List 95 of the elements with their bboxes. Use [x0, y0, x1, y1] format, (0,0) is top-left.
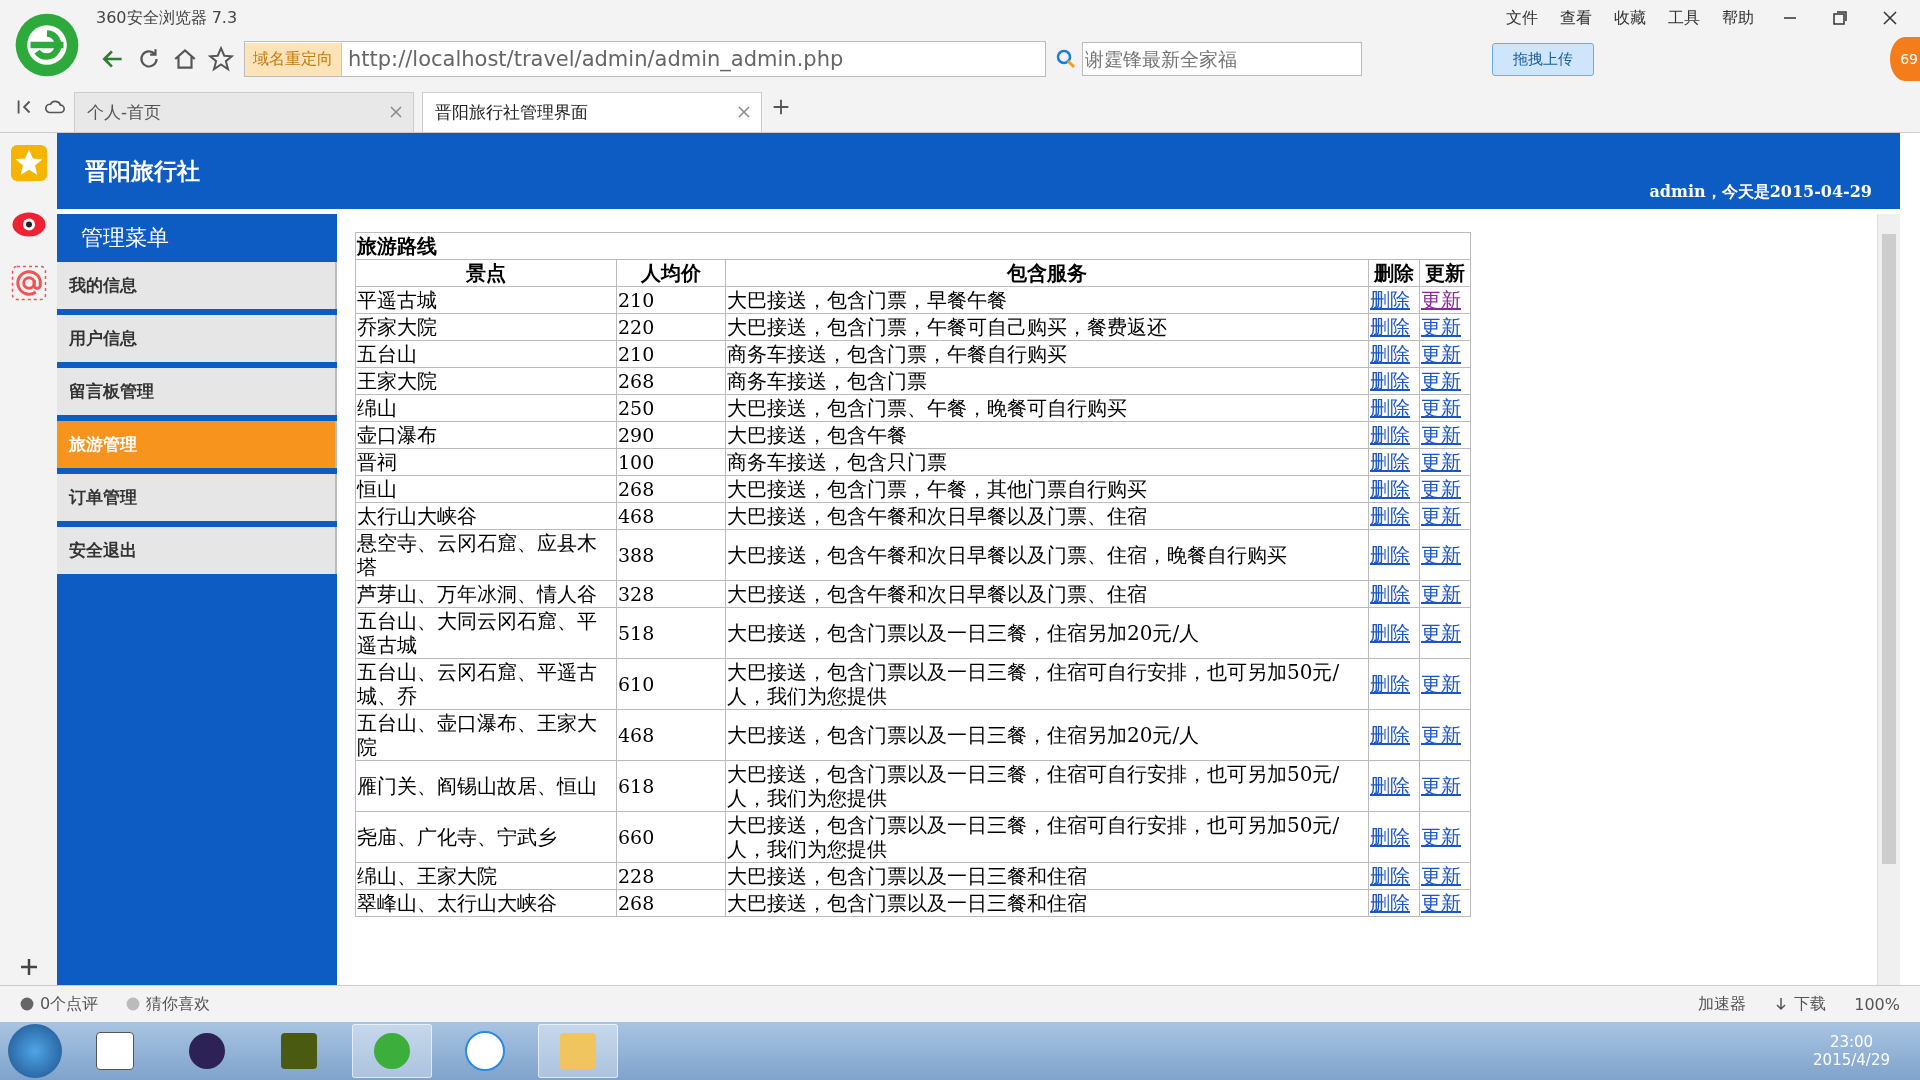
- table-cell: 220: [616, 313, 726, 341]
- table-cell: 平遥古城: [355, 286, 617, 314]
- table-cell: 尧庙、广化寺、宁武乡: [355, 811, 617, 863]
- table-cell: 大巴接送，包含门票以及一日三餐，住宿另加20元/人: [725, 709, 1369, 761]
- table-cell: 100: [616, 448, 726, 476]
- download-icon[interactable]: [1774, 997, 1789, 1011]
- table-cell: 芦芽山、万年冰洞、情人谷: [355, 580, 617, 608]
- table-cell: 绵山、王家大院: [355, 862, 617, 890]
- table-cell: 大巴接送，包含门票以及一日三餐和住宿: [725, 862, 1369, 890]
- table-cell: 268: [616, 475, 726, 503]
- accelerator-button[interactable]: 加速器: [1698, 993, 1747, 1015]
- start-button[interactable]: [8, 1024, 62, 1078]
- table-cell: 五台山、云冈石窟、平遥古城、乔: [355, 658, 617, 710]
- table-cell: 290: [616, 421, 726, 449]
- table-cell: 翠峰山、太行山大峡谷: [355, 889, 617, 917]
- table-cell: 618: [616, 760, 726, 812]
- table-caption: 旅游路线: [355, 232, 1471, 260]
- table-cell: 468: [616, 709, 726, 761]
- table-cell: 五台山、大同云冈石窟、平遥古城: [355, 607, 617, 659]
- table-cell: 大巴接送，包含门票以及一日三餐，住宿另加20元/人: [725, 607, 1369, 659]
- table-cell: 268: [616, 889, 726, 917]
- browser-tab[interactable]: 晋阳旅行社管理界面: [422, 92, 762, 132]
- table-cell: 268: [616, 367, 726, 395]
- table-cell: 大巴接送，包含门票，早餐午餐: [725, 286, 1369, 314]
- table-cell: 商务车接送，包含门票，午餐自行购买: [725, 340, 1369, 368]
- table-cell: 晋祠: [355, 448, 617, 476]
- sidebar-title: 管理菜单: [80, 224, 170, 252]
- url-text: http://localhost/travel/admin/admin_admin.php: [347, 47, 844, 71]
- column-header: 更新: [1419, 259, 1471, 287]
- table-cell: 壶口瀑布: [355, 421, 617, 449]
- search-field[interactable]: 谢霆锋最新全家福: [1082, 42, 1362, 76]
- table-cell: 大巴接送，包含午餐和次日早餐以及门票、住宿: [725, 502, 1369, 530]
- column-header: 包含服务: [725, 259, 1369, 287]
- table-cell: 518: [616, 607, 726, 659]
- column-header: 景点: [355, 259, 617, 287]
- maximize-icon[interactable]: [1832, 10, 1848, 26]
- sidebar-item[interactable]: 留言板管理: [57, 368, 337, 415]
- table-cell: 468: [616, 502, 726, 530]
- table-cell: 610: [616, 658, 726, 710]
- table-cell: 228: [616, 862, 726, 890]
- table-cell: 大巴接送，包含门票、午餐，晚餐可自行购买: [725, 394, 1369, 422]
- address-field[interactable]: 域名重定向 http://localhost/travel/admin/admin_admin.php: [244, 41, 1046, 77]
- menu-item[interactable]: 收藏: [1614, 7, 1646, 29]
- menu-item[interactable]: 帮助: [1722, 7, 1754, 29]
- column-header: 删除: [1368, 259, 1420, 287]
- table-cell: 大巴接送，包含午餐和次日早餐以及门票、住宿: [725, 580, 1369, 608]
- table-cell: 太行山大峡谷: [355, 502, 617, 530]
- home-icon[interactable]: [172, 46, 198, 72]
- table-cell: 乔家大院: [355, 313, 617, 341]
- table-cell: 悬空寺、云冈石窟、应县木塔: [355, 529, 617, 581]
- table-cell: 大巴接送，包含午餐: [725, 421, 1369, 449]
- table-cell: 210: [616, 286, 726, 314]
- table-cell: 商务车接送，包含门票: [725, 367, 1369, 395]
- column-header: 人均价: [616, 259, 726, 287]
- download-button[interactable]: 下载: [1794, 993, 1827, 1015]
- sidebar-item[interactable]: 我的信息: [57, 262, 337, 309]
- site-title: 晋阳旅行社: [85, 155, 200, 186]
- menu-item[interactable]: 查看: [1560, 7, 1592, 29]
- table-cell: 大巴接送，包含午餐和次日早餐以及门票、住宿，晚餐自行购买: [725, 529, 1369, 581]
- table-cell: 大巴接送，包含门票以及一日三餐，住宿可自行安排，也可另加50元/人，我们为您提供: [725, 760, 1369, 812]
- reviews-text[interactable]: 0个点评: [40, 993, 99, 1015]
- table-cell: 商务车接送，包含只门票: [725, 448, 1369, 476]
- at-icon[interactable]: [10, 265, 47, 301]
- table-cell: 五台山: [355, 340, 617, 368]
- table-cell: 660: [616, 811, 726, 863]
- star-icon[interactable]: [208, 46, 234, 72]
- zoom-level[interactable]: 100%: [1854, 994, 1900, 1014]
- table-cell: 250: [616, 394, 726, 422]
- menu-item[interactable]: 工具: [1668, 7, 1700, 29]
- greeting-text: admin，今天是2015-04-29: [1649, 182, 1872, 203]
- table-cell: 五台山、壶口瀑布、王家大院: [355, 709, 617, 761]
- close-icon[interactable]: [1882, 10, 1898, 26]
- search-icon[interactable]: [1056, 49, 1076, 69]
- table-cell: 绵山: [355, 394, 617, 422]
- sidebar-item[interactable]: 订单管理: [57, 474, 337, 521]
- table-cell: 大巴接送，包含门票，午餐，其他门票自行购买: [725, 475, 1369, 503]
- comment-icon[interactable]: [20, 997, 34, 1011]
- table-cell: 雁门关、阎锡山故居、恒山: [355, 760, 617, 812]
- table-cell: 大巴接送，包含门票以及一日三餐，住宿可自行安排，也可另加50元/人，我们为您提供: [725, 811, 1369, 863]
- sidebar-item[interactable]: 安全退出: [57, 527, 337, 574]
- upload-button[interactable]: 拖拽上传: [1492, 42, 1594, 76]
- window-title: 360安全浏览器 7.3: [96, 7, 238, 29]
- table-cell: 210: [616, 340, 726, 368]
- table-cell: 大巴接送，包含门票，午餐可自己购买，餐费返还: [725, 313, 1369, 341]
- scrollbar[interactable]: [1877, 214, 1900, 985]
- menu-item[interactable]: 文件: [1506, 7, 1538, 29]
- browser-tab[interactable]: 个人-首页: [74, 92, 414, 132]
- table-cell: 王家大院: [355, 367, 617, 395]
- table-cell: 大巴接送，包含门票以及一日三餐和住宿: [725, 889, 1369, 917]
- table-cell: 328: [616, 580, 726, 608]
- sidebar-item[interactable]: 用户信息: [57, 315, 337, 362]
- table-cell: 388: [616, 529, 726, 581]
- guess-text[interactable]: 猜你喜欢: [146, 993, 211, 1015]
- table-cell: 大巴接送，包含门票以及一日三餐，住宿可自行安排，也可另加50元/人，我们为您提供: [725, 658, 1369, 710]
- table-cell: 恒山: [355, 475, 617, 503]
